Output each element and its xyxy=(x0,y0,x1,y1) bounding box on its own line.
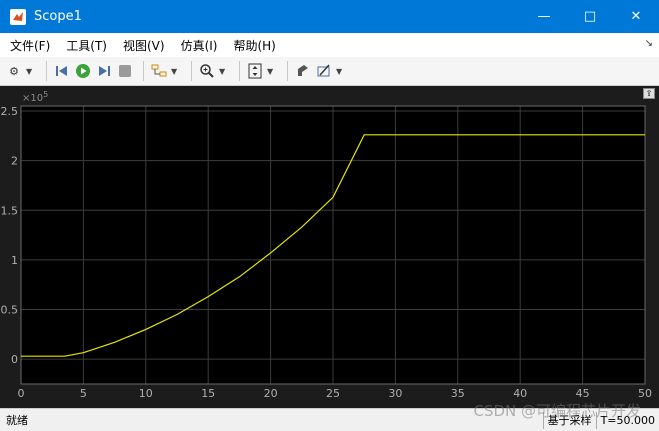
zoom-icon[interactable] xyxy=(198,62,216,80)
minimize-icon: — xyxy=(537,9,551,24)
close-button[interactable]: ✕ xyxy=(613,0,659,33)
cursor-measure-icon[interactable] xyxy=(315,62,333,80)
x-tick-label: 10 xyxy=(139,387,153,400)
y-tick-label: 2 xyxy=(11,155,18,168)
toolbar-divider xyxy=(287,61,288,81)
menu-tools[interactable]: 工具(T) xyxy=(66,37,107,54)
menu-view[interactable]: 视图(V) xyxy=(123,37,165,54)
x-tick-label: 15 xyxy=(201,387,215,400)
run-icon[interactable] xyxy=(74,62,92,80)
watermark: CSDN @可编程芯片开发 xyxy=(473,402,641,420)
y-tick-label: 2.5 xyxy=(1,105,19,118)
window-title: Scope1 xyxy=(34,9,82,24)
maximize-button[interactable]: □ xyxy=(567,0,613,33)
step-back-icon[interactable] xyxy=(53,62,71,80)
menu-bar: 文件(F) 工具(T) 视图(V) 仿真(I) 帮助(H) ↘ xyxy=(0,33,659,57)
x-tick-label: 25 xyxy=(326,387,340,400)
matlab-logo-icon xyxy=(10,8,26,25)
x-tick-label: 50 xyxy=(638,387,652,400)
maximize-icon: □ xyxy=(583,9,597,24)
chevron-down-icon[interactable]: ▼ xyxy=(219,67,229,76)
menu-simulation[interactable]: 仿真(I) xyxy=(181,37,218,54)
menu-help[interactable]: 帮助(H) xyxy=(233,37,275,54)
layout-icon[interactable] xyxy=(150,62,168,80)
toolbar-divider xyxy=(143,61,144,81)
toolbar-divider xyxy=(191,61,192,81)
toolbar-collapse-icon[interactable]: ↘ xyxy=(645,38,653,49)
chevron-down-icon[interactable]: ▼ xyxy=(171,67,181,76)
chevron-down-icon[interactable]: ▼ xyxy=(26,67,36,76)
y-tick-label: 0 xyxy=(11,353,18,366)
y-tick-label: 1.5 xyxy=(1,204,19,217)
x-tick-label: 35 xyxy=(451,387,465,400)
minimize-button[interactable]: — xyxy=(521,0,567,33)
title-bar: Scope1 — □ ✕ xyxy=(0,0,659,33)
x-tick-label: 30 xyxy=(388,387,402,400)
toolbar: ⚙ ▼ ▼ ▼ ▼ ▼ xyxy=(0,57,659,86)
gear-icon[interactable]: ⚙ xyxy=(5,62,23,80)
highlight-icon[interactable] xyxy=(294,62,312,80)
expand-icon[interactable]: ⇧ xyxy=(643,88,655,99)
autoscale-icon[interactable] xyxy=(246,62,264,80)
x-tick-label: 5 xyxy=(80,387,87,400)
status-text: 就绪 xyxy=(6,414,28,427)
y-exponent-base: ×10 xyxy=(22,93,43,104)
x-tick-label: 0 xyxy=(18,387,25,400)
toolbar-divider xyxy=(46,61,47,81)
x-tick-label: 40 xyxy=(513,387,527,400)
step-forward-icon[interactable] xyxy=(95,62,113,80)
y-exponent-label: ×105 xyxy=(22,90,48,104)
x-tick-label: 20 xyxy=(264,387,278,400)
x-tick-label: 45 xyxy=(576,387,590,400)
scope-plot: 0 5 10 15 20 25 30 35 40 45 5000.511.522.5 ×105 xyxy=(1,90,653,400)
stop-icon[interactable] xyxy=(116,62,134,80)
toolbar-divider xyxy=(239,61,240,81)
chevron-down-icon[interactable]: ▼ xyxy=(267,67,277,76)
y-tick-label: 0.5 xyxy=(1,304,19,317)
menu-file[interactable]: 文件(F) xyxy=(10,37,50,54)
close-icon: ✕ xyxy=(630,9,642,24)
y-tick-label: 1 xyxy=(11,254,18,267)
y-exponent-power: 5 xyxy=(43,90,48,99)
chevron-down-icon[interactable]: ▼ xyxy=(336,67,346,76)
scope-display[interactable]: 0 5 10 15 20 25 30 35 40 45 50 0 0.5 1 1.5 2 2.5 ×105 ⇧ xyxy=(0,86,659,408)
